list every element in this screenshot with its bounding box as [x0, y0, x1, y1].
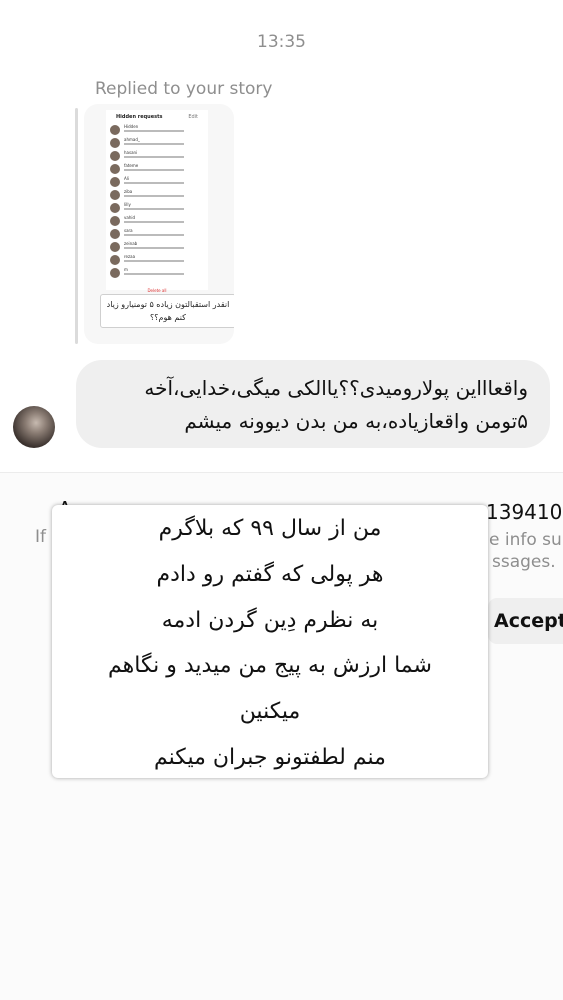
story-list-item: vahid — [110, 215, 206, 228]
replied-to-story-label: Replied to your story — [95, 79, 273, 99]
story-list-name: hasani — [124, 150, 138, 155]
avatar — [110, 268, 120, 278]
story-delete-all: Delete all — [147, 288, 167, 293]
story-list-name: ziba — [124, 189, 133, 194]
avatar — [110, 229, 120, 239]
story-list-name: fateme — [124, 163, 139, 168]
story-caption: انقدر استقبالتون زیاده ۵ تومنیارو زیاد ک… — [100, 294, 234, 328]
partial-info-text-end: e info su — [489, 530, 562, 550]
overlay-line-1: من از سال ۹۹ که بلاگرم — [158, 516, 382, 541]
story-header-title: Hidden requests — [116, 114, 163, 120]
story-list-name: Ali — [124, 176, 129, 181]
story-list-name: rezaa — [124, 254, 136, 259]
accept-button[interactable]: Accept — [488, 598, 563, 644]
partial-info-text-start: If — [35, 527, 46, 547]
story-list-item: ziba — [110, 189, 206, 202]
avatar — [110, 125, 120, 135]
story-list-item: fateme — [110, 163, 206, 176]
overlay-line-4: شما ارزش به پیج من میدید و نگاهم — [108, 653, 432, 678]
story-screenshot-header: Hidden requests Edit — [116, 114, 198, 120]
avatar — [110, 203, 120, 213]
story-list-name: m — [124, 267, 128, 272]
story-screenshot: Hidden requests Edit Hidden ahmad_ hasan… — [106, 110, 208, 293]
partial-number-text: 1394108 — [486, 500, 563, 524]
story-list-item: lilly — [110, 202, 206, 215]
avatar — [110, 242, 120, 252]
story-list-item: Ali — [110, 176, 206, 189]
message-timestamp: 13:35 — [257, 32, 306, 52]
story-list-name: vahid — [124, 215, 136, 220]
story-list-name: lilly — [124, 202, 131, 207]
reply-indicator-bar — [75, 108, 78, 344]
overlay-text-card — [52, 505, 488, 778]
avatar — [110, 190, 120, 200]
message-text: واقعاااین پولارومیدی؟؟یاالکی میگی،خدایی،… — [144, 376, 528, 433]
story-list-item: sara — [110, 228, 206, 241]
sender-avatar[interactable] — [13, 406, 55, 448]
avatar — [110, 216, 120, 226]
story-list-name: Hidden — [124, 124, 139, 129]
story-list-name: zeinab — [124, 241, 138, 246]
story-list-name: ahmad_ — [124, 137, 140, 142]
story-list-item: ahmad_ — [110, 137, 206, 150]
story-list-name: sara — [124, 228, 133, 233]
overlay-line-3: به نظرم دِین گردن ادمه — [161, 608, 379, 633]
story-list-item: hasani — [110, 150, 206, 163]
story-list-item: m — [110, 267, 206, 280]
story-list-item: Hidden — [110, 124, 206, 137]
overlay-line-2: هر پولی که گفتم رو دادم — [156, 562, 384, 587]
avatar — [110, 164, 120, 174]
overlay-line-6: منم لطفتونو جبران میکنم — [154, 745, 386, 770]
avatar — [110, 138, 120, 148]
avatar — [110, 255, 120, 265]
story-header-action: Edit — [188, 114, 198, 120]
overlay-line-5: میکنین — [239, 699, 301, 724]
story-list-item: rezaa — [110, 254, 206, 267]
partial-messages-text: ssages. — [492, 552, 556, 572]
avatar — [110, 151, 120, 161]
story-thumbnail[interactable]: Hidden requests Edit Hidden ahmad_ hasan… — [84, 104, 234, 344]
story-list-item: zeinab — [110, 241, 206, 254]
avatar — [110, 177, 120, 187]
